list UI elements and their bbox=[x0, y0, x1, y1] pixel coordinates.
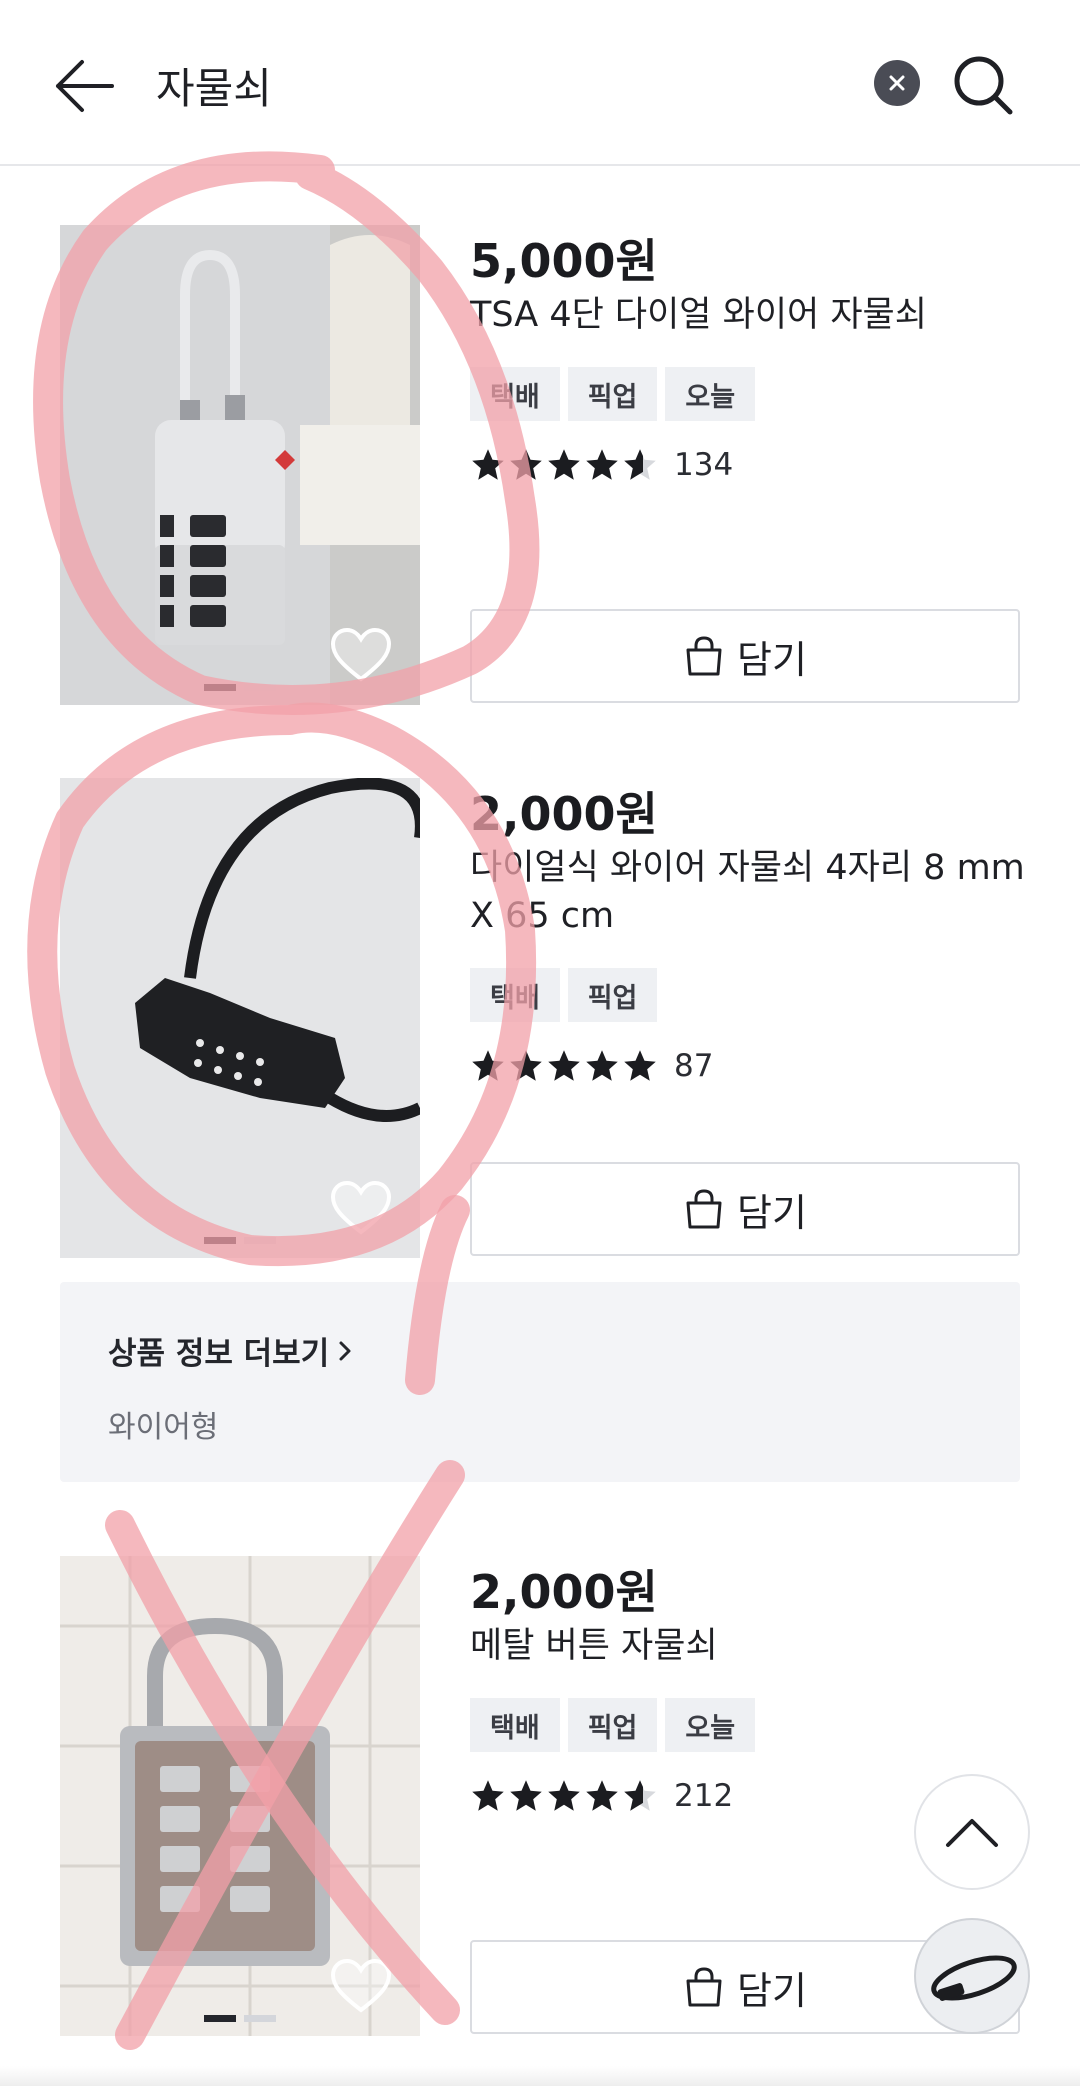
star-rating bbox=[470, 1048, 658, 1084]
tag-delivery: 택배 bbox=[470, 367, 560, 421]
scroll-to-top-button[interactable] bbox=[914, 1774, 1030, 1890]
pager-dot-active bbox=[204, 684, 236, 691]
product-price: 2,000원 bbox=[470, 1565, 658, 1619]
rating: 87 bbox=[470, 1048, 713, 1084]
heart-icon[interactable] bbox=[330, 1958, 392, 2014]
cart-button-label: 담기 bbox=[737, 1190, 807, 1235]
info-description: 와이어형 bbox=[108, 1410, 219, 1445]
tag-today: 오늘 bbox=[665, 367, 756, 421]
star-icon bbox=[548, 1050, 580, 1081]
shopping-bag-icon bbox=[686, 1967, 722, 2007]
star-rating bbox=[470, 1778, 658, 1814]
star-half-icon bbox=[624, 1780, 656, 1811]
cart-button-label: 담기 bbox=[737, 1968, 807, 2013]
star-icon bbox=[624, 1050, 656, 1081]
image-pager bbox=[204, 684, 276, 691]
tag-today: 오늘 bbox=[665, 1698, 756, 1752]
bottom-edge bbox=[0, 2066, 1080, 2086]
search-button[interactable] bbox=[950, 52, 1016, 118]
tag-pickup: 픽업 bbox=[567, 367, 658, 421]
add-to-cart-button[interactable]: 담기 bbox=[470, 609, 1020, 703]
product-title[interactable]: 다이얼식 와이어 자물쇠 4자리 8 mm X 65 cm bbox=[470, 844, 1030, 940]
tag-pickup: 픽업 bbox=[567, 968, 658, 1022]
tag-delivery: 택배 bbox=[470, 968, 560, 1022]
more-info-link[interactable]: 상품 정보 더보기 bbox=[108, 1328, 355, 1373]
star-rating bbox=[470, 447, 658, 483]
product-title[interactable]: 메탈 버튼 자물쇠 bbox=[470, 1622, 1030, 1670]
cable-lock-thumbnail bbox=[931, 1955, 1017, 2001]
back-button[interactable] bbox=[46, 48, 122, 124]
product-title[interactable]: TSA 4단 다이얼 와이어 자물쇠 bbox=[470, 291, 1030, 339]
chevron-right-icon bbox=[339, 1341, 351, 1360]
image-pager bbox=[204, 1237, 276, 1244]
product-price: 2,000원 bbox=[470, 787, 658, 841]
cart-button-label: 담기 bbox=[737, 637, 807, 682]
delivery-tags: 택배 픽업 bbox=[470, 968, 658, 1022]
product-info-panel[interactable]: 상품 정보 더보기 와이어형 bbox=[60, 1282, 1020, 1482]
star-icon bbox=[510, 449, 542, 480]
heart-icon[interactable] bbox=[330, 1180, 392, 1236]
chevron-up-icon bbox=[946, 1819, 998, 1847]
review-count: 87 bbox=[674, 1048, 714, 1084]
star-icon bbox=[510, 1050, 542, 1081]
star-icon bbox=[510, 1780, 542, 1811]
product-image[interactable] bbox=[60, 225, 420, 705]
arrow-left-icon bbox=[56, 60, 114, 112]
rating: 134 bbox=[470, 447, 733, 483]
star-icon bbox=[472, 1780, 504, 1811]
rating: 212 bbox=[470, 1778, 733, 1814]
pager-dot-active bbox=[204, 2015, 236, 2022]
shopping-bag-icon bbox=[686, 636, 722, 676]
star-icon bbox=[472, 1050, 504, 1081]
product-card[interactable]: 2,000원 다이얼식 와이어 자물쇠 4자리 8 mm X 65 cm 택배 … bbox=[0, 778, 1080, 1258]
search-input[interactable]: 자물쇠 bbox=[156, 55, 272, 116]
product-image[interactable] bbox=[60, 778, 420, 1258]
more-info-label: 상품 정보 더보기 bbox=[108, 1336, 330, 1372]
product-card[interactable]: 5,000원 TSA 4단 다이얼 와이어 자물쇠 택배 픽업 오늘 134 담… bbox=[0, 225, 1080, 705]
search-icon bbox=[954, 56, 1013, 115]
star-half-icon bbox=[624, 449, 656, 480]
close-icon bbox=[889, 75, 905, 91]
shopping-bag-icon bbox=[686, 1189, 722, 1229]
delivery-tags: 택배 픽업 오늘 bbox=[470, 1698, 756, 1752]
pager-dot bbox=[244, 684, 276, 691]
add-to-cart-button[interactable]: 담기 bbox=[470, 1162, 1020, 1256]
clear-search-button[interactable] bbox=[874, 60, 920, 106]
tag-delivery: 택배 bbox=[470, 1698, 560, 1752]
search-header: 자물쇠 bbox=[0, 0, 1080, 166]
review-count: 212 bbox=[674, 1778, 734, 1814]
star-icon bbox=[586, 449, 618, 480]
star-icon bbox=[586, 1780, 618, 1811]
star-icon bbox=[472, 449, 504, 480]
pager-dot-active bbox=[204, 1237, 236, 1244]
pager-dot bbox=[244, 2015, 276, 2022]
star-icon bbox=[548, 449, 580, 480]
product-price: 5,000원 bbox=[470, 234, 658, 288]
star-icon bbox=[548, 1780, 580, 1811]
product-image[interactable] bbox=[60, 1556, 420, 2036]
star-icon bbox=[586, 1050, 618, 1081]
recent-item-button[interactable] bbox=[914, 1918, 1030, 2034]
pager-dot bbox=[244, 1237, 276, 1244]
tag-pickup: 픽업 bbox=[567, 1698, 658, 1752]
review-count: 134 bbox=[674, 447, 734, 483]
delivery-tags: 택배 픽업 오늘 bbox=[470, 367, 756, 421]
heart-icon[interactable] bbox=[330, 627, 392, 683]
image-pager bbox=[204, 2015, 276, 2022]
